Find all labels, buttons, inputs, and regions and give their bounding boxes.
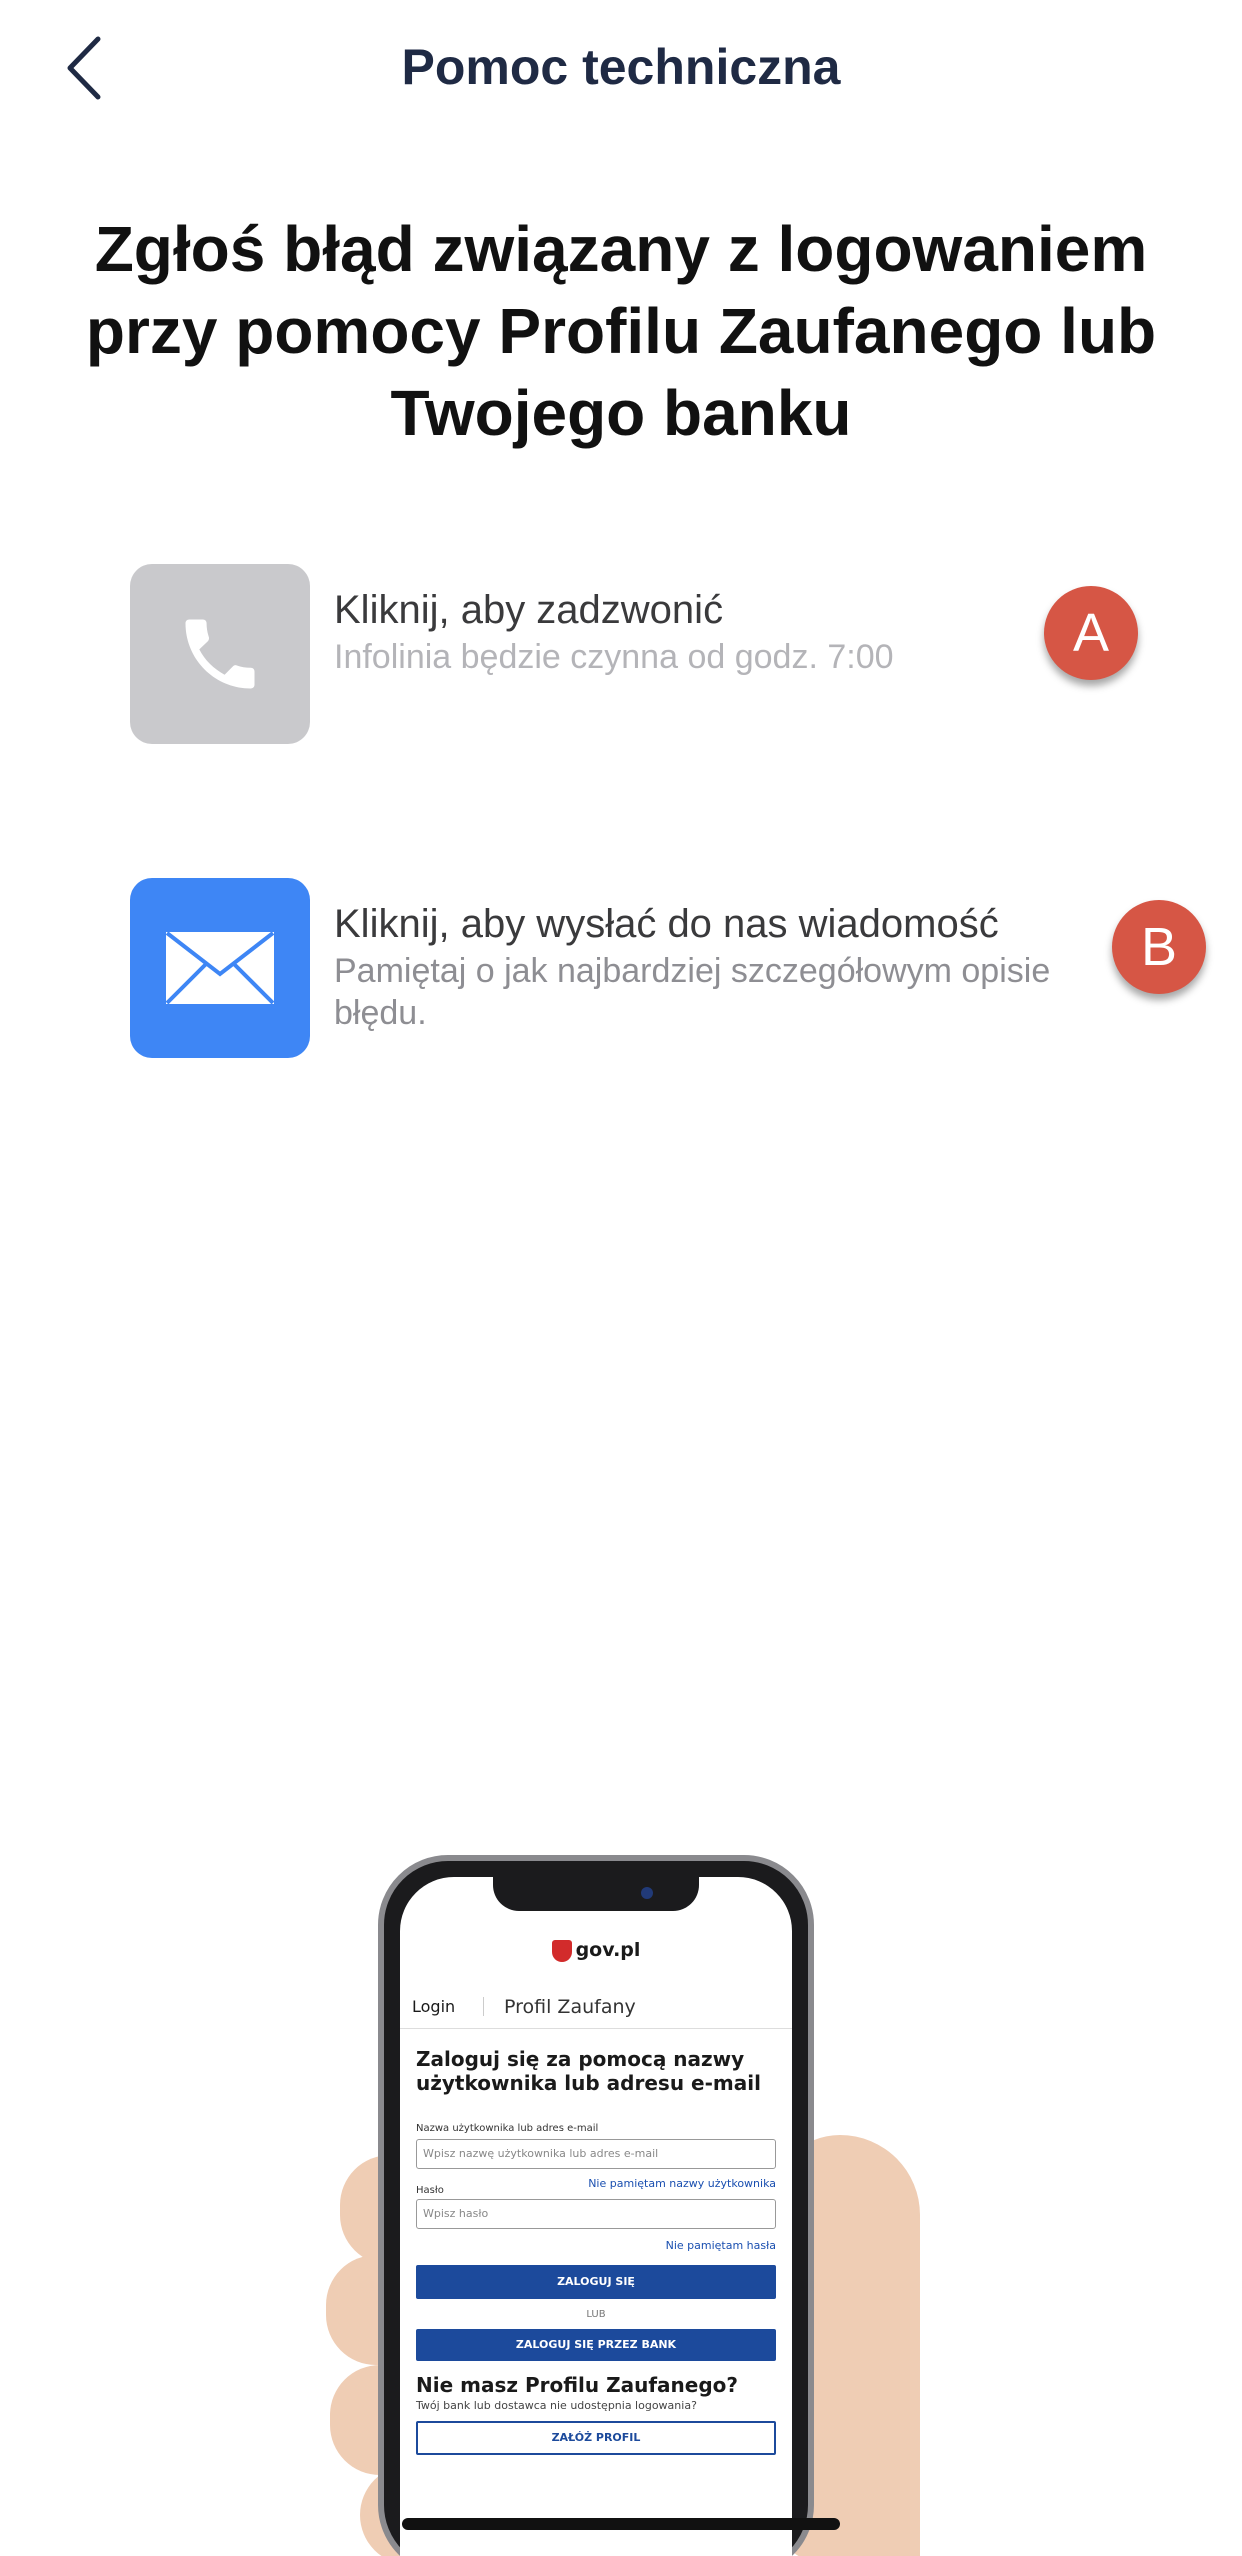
call-title: Kliknij, aby zadzwonić [334,588,724,632]
phone-icon [185,619,255,689]
login-heading: Zaloguj się za pomocą nazwy użytkownika … [416,2047,761,2095]
call-option[interactable]: Kliknij, aby zadzwonić Infolinia będzie … [130,564,1202,744]
navigation-bar: Pomoc techniczna [0,0,1242,140]
message-text: Kliknij, aby wysłać do nas wiadomość Pam… [334,898,1074,1034]
emblem-icon [551,1939,572,1962]
badge-b: B [1112,900,1206,994]
login-button: ZALOGUJ SIĘ [416,2265,776,2299]
phone-tile [130,564,310,744]
create-profile-button: ZAŁÓŻ PROFIL [416,2421,776,2455]
tab-login: Login [400,1997,484,2016]
gov-logo: gov.pl [400,1939,792,1962]
headline: Zgłoś błąd związany z logowaniem przy po… [85,213,1157,449]
or-divider: LUB [586,2309,606,2320]
message-option[interactable]: Kliknij, aby wysłać do nas wiadomość Pam… [130,878,1202,1058]
username-field: Wpisz nazwę użytkownika lub adres e-mail [416,2139,776,2169]
password-field: Wpisz hasło [416,2199,776,2229]
phone-notch [493,1877,699,1911]
message-subtitle: Pamiętaj o jak najbardziej szczegółowym … [334,952,1051,1032]
call-subtitle: Infolinia będzie czynna od godz. 7:00 [334,638,894,676]
phone: gov.pl Login Profil Zaufany Zaloguj się … [378,1855,814,2556]
no-profile-text: Twój bank lub dostawca nie udostępnia lo… [416,2399,697,2412]
page-title: Pomoc techniczna [401,39,841,95]
badge-a: A [1044,586,1138,680]
envelope-icon [165,931,275,1005]
no-profile-heading: Nie masz Profilu Zaufanego? [416,2373,739,2397]
forgot-password-link: Nie pamiętam hasła [665,2239,776,2252]
bank-login-button: ZALOGUJ SIĘ PRZEZ BANK [416,2329,776,2361]
username-label: Nazwa użytkownika lub adres e-mail [416,2123,599,2134]
password-label: Hasło [416,2185,444,2196]
message-title: Kliknij, aby wysłać do nas wiadomość [334,902,999,946]
home-indicator [402,2518,840,2530]
login-tabs: Login Profil Zaufany [400,1985,792,2029]
phone-screen: gov.pl Login Profil Zaufany Zaloguj się … [400,1877,792,2556]
phone-illustration: gov.pl Login Profil Zaufany Zaloguj się … [290,1855,1010,2556]
call-text: Kliknij, aby zadzwonić Infolinia będzie … [334,584,894,678]
mail-tile [130,878,310,1058]
tab-profile: Profil Zaufany [504,1995,636,2018]
